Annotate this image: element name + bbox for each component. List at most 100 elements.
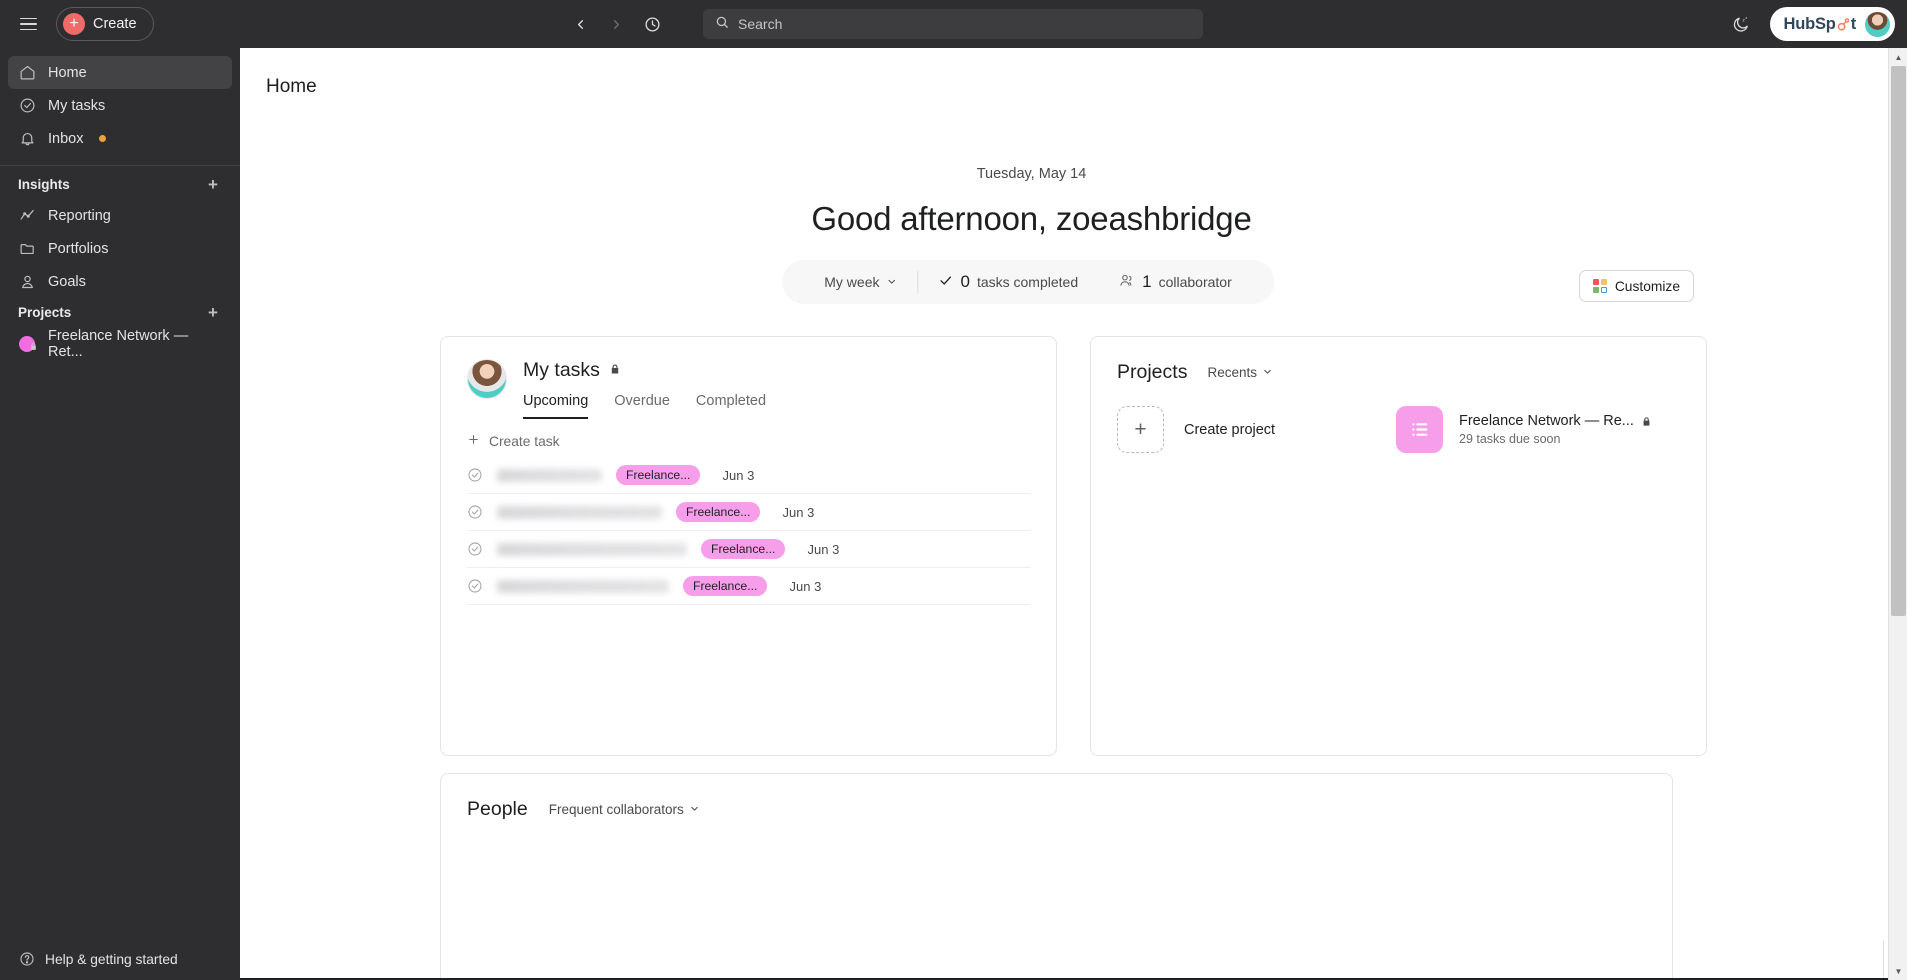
customize-label: Customize <box>1614 278 1680 294</box>
triangle-up-icon[interactable]: ▲ <box>1889 48 1907 66</box>
moon-zzz-icon[interactable]: z z <box>1726 9 1756 39</box>
check-circle-icon[interactable] <box>467 504 483 520</box>
check-circle-icon <box>18 97 36 115</box>
project-name: Freelance Network — Re... <box>1459 413 1634 429</box>
hubspot-account-badge[interactable]: HubSp t <box>1769 7 1895 41</box>
line-chart-icon <box>18 207 36 225</box>
sidebar-group-insights: Insights + <box>0 170 240 199</box>
plus-icon[interactable]: + <box>204 304 222 321</box>
sidebar-divider <box>0 165 240 166</box>
sidebar-item-label: Goals <box>48 273 86 290</box>
check-circle-icon[interactable] <box>467 467 483 483</box>
my-tasks-header: My tasks Upcoming Overdue Completed <box>441 337 1056 419</box>
vertical-scrollbar[interactable]: ▲ ▼ <box>1888 48 1907 980</box>
collaborators-stat: 1 collaborator <box>1098 272 1252 292</box>
task-project-pill[interactable]: Freelance... <box>616 465 701 485</box>
projects-title: Projects <box>1117 361 1188 383</box>
projects-body: + Create project Freelance Network — Re.… <box>1091 384 1706 453</box>
main-content: Home Tuesday, May 14 Good afternoon, zoe… <box>240 48 1888 980</box>
task-name-redacted <box>497 579 669 593</box>
task-name-redacted <box>497 542 687 556</box>
lock-icon <box>29 339 38 355</box>
my-tasks-title-row: My tasks <box>523 359 766 382</box>
sidebar-item-home[interactable]: Home <box>8 56 232 89</box>
sidebar-item-label: Inbox <box>48 130 84 147</box>
sidebar-item-label: Reporting <box>48 207 111 224</box>
chevron-down-icon <box>689 802 700 817</box>
hero-date: Tuesday, May 14 <box>976 166 1087 182</box>
sidebar-item-label: Home <box>48 64 87 81</box>
tab-overdue[interactable]: Overdue <box>614 393 670 419</box>
avatar[interactable] <box>1864 10 1891 38</box>
hubspot-brand-label: HubSp t <box>1783 14 1857 33</box>
content-edge-line <box>1883 940 1884 980</box>
search-icon <box>715 15 729 34</box>
table-row[interactable]: Freelance... Jun 3 <box>467 457 1030 494</box>
sidebar-item-freelance-network[interactable]: Freelance Network — Ret... <box>8 327 232 360</box>
sidebar-item-portfolios[interactable]: Portfolios <box>8 232 232 265</box>
task-due-date: Jun 3 <box>782 504 815 520</box>
table-row[interactable]: Freelance... Jun 3 <box>467 568 1030 605</box>
sidebar-item-goals[interactable]: Goals <box>8 265 232 298</box>
table-row[interactable]: Freelance... Jun 3 <box>467 494 1030 531</box>
task-project-pill[interactable]: Freelance... <box>676 502 761 522</box>
people-filter-label: Frequent collaborators <box>548 802 684 817</box>
back-button[interactable] <box>565 9 595 39</box>
my-tasks-card: My tasks Upcoming Overdue Completed Crea… <box>440 336 1057 756</box>
my-tasks-tabs: Upcoming Overdue Completed <box>523 393 766 419</box>
check-circle-icon[interactable] <box>467 541 483 557</box>
tab-upcoming[interactable]: Upcoming <box>523 393 589 419</box>
task-project-pill[interactable]: Freelance... <box>701 539 786 559</box>
plus-icon[interactable]: + <box>204 176 222 193</box>
scrollbar-thumb[interactable] <box>1891 66 1906 616</box>
plus-icon: + <box>1117 406 1164 453</box>
plus-icon: + <box>63 13 85 35</box>
question-circle-icon <box>18 950 36 968</box>
sidebar-item-label: My tasks <box>48 97 106 114</box>
sidebar: Home My tasks Inbox Insights + Reporting… <box>0 48 240 980</box>
list-item[interactable]: Freelance Network — Re... 29 tasks due s… <box>1396 406 1652 453</box>
sidebar-item-label: Portfolios <box>48 240 109 257</box>
projects-filter-selector[interactable]: Recents <box>1200 362 1280 383</box>
grid-swatch-icon <box>1592 279 1607 293</box>
help-and-getting-started-button[interactable]: Help & getting started <box>0 938 240 980</box>
sidebar-group-label: Projects <box>18 305 72 320</box>
check-circle-icon[interactable] <box>467 578 483 594</box>
create-project-button[interactable]: + Create project <box>1117 406 1372 453</box>
avatar[interactable] <box>467 359 507 399</box>
table-row[interactable]: Freelance... Jun 3 <box>467 531 1030 568</box>
sidebar-item-inbox[interactable]: Inbox <box>8 122 232 155</box>
create-button[interactable]: + Create <box>56 7 154 41</box>
sidebar-item-reporting[interactable]: Reporting <box>8 199 232 232</box>
people-header: People Frequent collaborators <box>441 774 1672 821</box>
top-bar: + Create Search z z HubSp t <box>0 0 1907 48</box>
sidebar-projects-items: Freelance Network — Ret... <box>0 327 240 360</box>
create-button-label: Create <box>93 16 137 32</box>
time-range-label: My week <box>824 274 880 290</box>
list-board-icon <box>1396 406 1443 453</box>
hubspot-sprocket-icon <box>1836 17 1851 32</box>
home-icon <box>18 64 36 82</box>
people-filter-selector[interactable]: Frequent collaborators <box>542 799 707 820</box>
sidebar-item-my-tasks[interactable]: My tasks <box>8 89 232 122</box>
history-button[interactable] <box>637 9 667 39</box>
triangle-down-icon[interactable]: ▼ <box>1889 962 1907 980</box>
hero-greeting-block: Tuesday, May 14 Good afternoon, zoeashbr… <box>240 166 1823 238</box>
customize-button[interactable]: Customize <box>1578 270 1694 302</box>
task-project-pill[interactable]: Freelance... <box>683 576 768 596</box>
create-task-button[interactable]: Create task <box>467 433 587 449</box>
inbox-unread-dot <box>99 135 107 142</box>
chevron-down-icon <box>886 274 897 290</box>
create-project-label: Create project <box>1184 421 1276 438</box>
bell-icon <box>18 130 36 148</box>
tab-completed[interactable]: Completed <box>696 393 766 419</box>
create-task-label: Create task <box>489 433 560 449</box>
search-input[interactable]: Search <box>703 9 1203 39</box>
projects-filter-label: Recents <box>1207 365 1257 380</box>
project-dot-icon <box>18 335 36 353</box>
nav-cluster <box>565 9 667 39</box>
time-range-selector[interactable]: My week <box>804 274 917 290</box>
forward-button[interactable] <box>601 9 631 39</box>
hamburger-icon[interactable] <box>10 8 46 40</box>
